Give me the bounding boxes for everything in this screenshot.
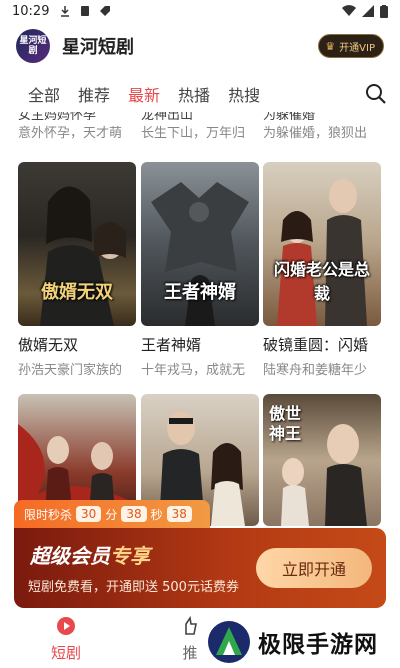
nav-item-drama[interactable]: 短剧 xyxy=(26,616,106,663)
drama-card[interactable]: 傲婿无双 傲婿无双 孙浩天豪门家族的 xyxy=(18,162,136,378)
flash-sale-timer: 限时秒杀 30 分 38 秒 38 xyxy=(14,500,210,528)
tab-hot[interactable]: 热播 xyxy=(178,82,210,106)
banner-title-main: 超级会员 xyxy=(30,544,110,568)
poster-title: 傲婿无双 xyxy=(41,282,113,303)
crown-icon: ♛ xyxy=(325,39,336,53)
drama-poster[interactable]: 王者神婿 xyxy=(141,162,259,326)
play-icon xyxy=(57,617,75,635)
flash-sale-label: 限时秒杀 xyxy=(24,507,73,522)
drama-desc: 长生下山，万年归 xyxy=(141,126,246,141)
recommend-icon xyxy=(185,616,197,635)
tab-recommend[interactable]: 推荐 xyxy=(78,82,110,106)
tab-trending[interactable]: 热搜 xyxy=(228,82,260,106)
drama-title: 龙神出山 xyxy=(141,112,194,120)
status-time: 10:29 xyxy=(12,3,50,19)
banner-title-highlight: 专享 xyxy=(110,544,150,568)
banner-title: 超级会员专享 xyxy=(30,540,150,569)
vip-promo-banner[interactable]: 超级会员专享 短剧免费看，开通即送 500元话费券 立即开通 xyxy=(14,528,386,608)
status-bar: 10:29 xyxy=(0,0,400,22)
timer-value: 38 xyxy=(121,506,147,522)
open-vip-button[interactable]: ♛ 开通VIP xyxy=(318,34,384,58)
drama-poster[interactable]: 傲婿无双 xyxy=(18,162,136,326)
drama-title: 为躲催婚 xyxy=(263,112,316,120)
poster-title: 王者神婿 xyxy=(164,282,236,303)
open-now-button[interactable]: 立即开通 xyxy=(256,548,372,588)
watermark-text: 极限手游网 xyxy=(258,632,378,658)
tab-latest[interactable]: 最新 xyxy=(128,82,160,106)
banner-subtitle: 短剧免费看，开通即送 500元话费券 xyxy=(28,580,239,595)
drama-title: 破镜重圆：闪婚 xyxy=(263,336,369,354)
category-tabs: 全部 推荐 最新 热播 热搜 xyxy=(0,76,400,112)
battery-icon xyxy=(380,4,388,18)
timer-unit: 分 xyxy=(105,507,118,522)
list-item[interactable]: 女主妈妈怀孕 意外怀孕，天才萌 xyxy=(18,112,140,141)
app-logo: 星河短剧 xyxy=(16,29,50,63)
previous-row: 女主妈妈怀孕 意外怀孕，天才萌 龙神出山 长生下山，万年归 为躲催婚 为躲催婚，… xyxy=(0,112,400,148)
search-icon[interactable] xyxy=(364,82,388,106)
poster-title: 闪婚老公是总裁 xyxy=(273,260,370,303)
drama-card[interactable]: 傲世神王 xyxy=(263,394,381,526)
storage-icon xyxy=(81,6,90,16)
drama-desc: 意外怀孕，天才萌 xyxy=(18,126,123,141)
drama-desc: 为躲催婚，狼狈出 xyxy=(263,126,368,141)
drama-title: 傲婿无双 xyxy=(18,336,79,354)
watermark-logo-icon xyxy=(208,621,250,663)
nav-label: 推 xyxy=(182,644,198,662)
drama-desc: 陆寒舟和姜糖年少 xyxy=(263,363,368,378)
app-bar: 星河短剧 星河短剧 ♛ 开通VIP xyxy=(0,24,400,68)
nav-label: 短剧 xyxy=(50,644,81,662)
tab-all[interactable]: 全部 xyxy=(28,82,60,106)
list-item[interactable]: 龙神出山 长生下山，万年归 xyxy=(141,112,263,141)
drama-title: 王者神婿 xyxy=(141,336,202,354)
vip-button-label: 开通VIP xyxy=(339,42,375,54)
wifi-icon xyxy=(342,5,356,17)
timer-value: 38 xyxy=(166,506,192,522)
download-icon xyxy=(61,6,70,17)
app-title: 星河短剧 xyxy=(62,37,134,58)
drama-card[interactable]: 闪婚老公是总裁 破镜重圆：闪婚 陆寒舟和姜糖年少 xyxy=(263,162,381,378)
watermark: 极限手游网 xyxy=(206,618,400,666)
signal-icon xyxy=(362,5,374,17)
drama-desc: 十年戎马，成就无 xyxy=(141,363,246,378)
timer-value: 30 xyxy=(76,506,102,522)
poster-title: 傲世神王 xyxy=(269,404,302,443)
drama-card[interactable]: 王者神婿 王者神婿 十年戎马，成就无 xyxy=(141,162,259,378)
drama-poster[interactable]: 闪婚老公是总裁 xyxy=(263,162,381,326)
list-item[interactable]: 为躲催婚 为躲催婚，狼狈出 xyxy=(263,112,385,141)
timer-unit: 秒 xyxy=(150,507,163,522)
drama-poster[interactable]: 傲世神王 xyxy=(263,394,381,526)
tag-icon xyxy=(100,6,111,16)
drama-title: 女主妈妈怀孕 xyxy=(18,112,97,120)
drama-desc: 孙浩天豪门家族的 xyxy=(18,363,123,378)
